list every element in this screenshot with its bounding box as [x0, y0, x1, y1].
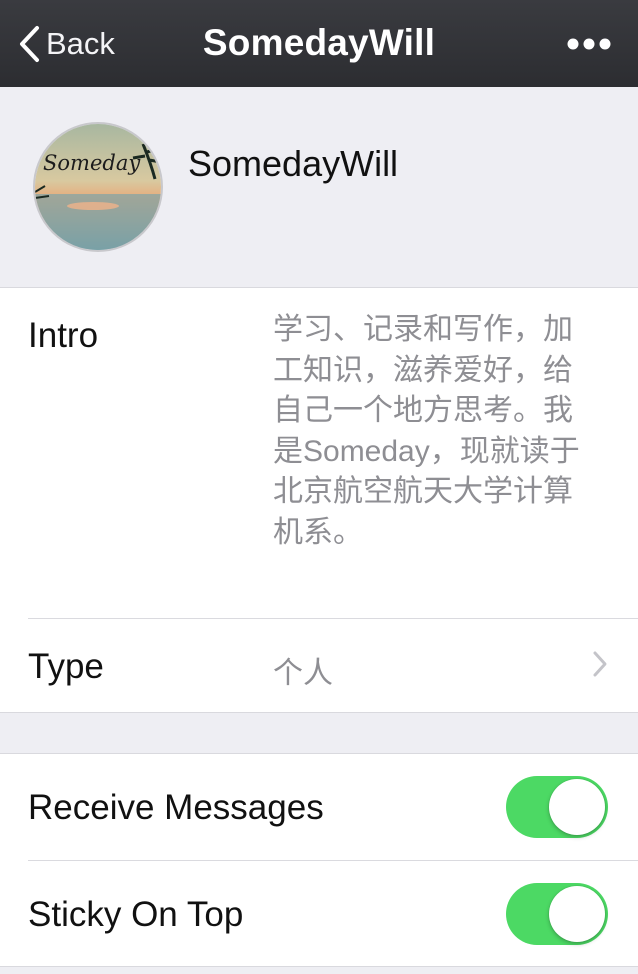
info-group: Intro 学习、记录和写作，加工知识，滋养爱好，给自己一个地方思考。我是Som…: [0, 287, 638, 713]
type-row[interactable]: Type 个人: [0, 619, 638, 711]
page-title: SomedayWill: [202, 22, 436, 63]
toggle-knob: [549, 886, 605, 942]
toggle-knob: [549, 779, 605, 835]
type-value: 个人: [273, 657, 333, 690]
intro-text: 学习、记录和写作，加工知识，滋养爱好，给自己一个地方思考。我是Someday，现…: [273, 313, 580, 549]
sticky-on-top-label: Sticky On Top: [28, 895, 244, 934]
navigation-bar: Back SomedayWill: [0, 0, 638, 87]
receive-messages-label: Receive Messages: [28, 788, 324, 827]
receive-messages-toggle[interactable]: [506, 776, 608, 838]
more-icon[interactable]: [566, 36, 612, 52]
avatar[interactable]: Someday: [33, 122, 163, 252]
profile-header: Someday SomedayWill: [0, 87, 638, 287]
receive-messages-row: Receive Messages: [0, 754, 638, 860]
avatar-image: Someday: [35, 124, 161, 250]
account-name: SomedayWill: [188, 143, 399, 184]
type-label: Type: [28, 647, 104, 686]
chevron-right-icon: [593, 651, 607, 677]
sticky-on-top-row: Sticky On Top: [0, 861, 638, 966]
intro-row: Intro 学习、记录和写作，加工知识，滋养爱好，给自己一个地方思考。我是Som…: [0, 288, 638, 618]
intro-label: Intro: [28, 316, 99, 355]
settings-group: Receive Messages Sticky On Top: [0, 753, 638, 967]
sticky-on-top-toggle[interactable]: [506, 883, 608, 945]
avatar-text: Someday: [43, 151, 141, 175]
